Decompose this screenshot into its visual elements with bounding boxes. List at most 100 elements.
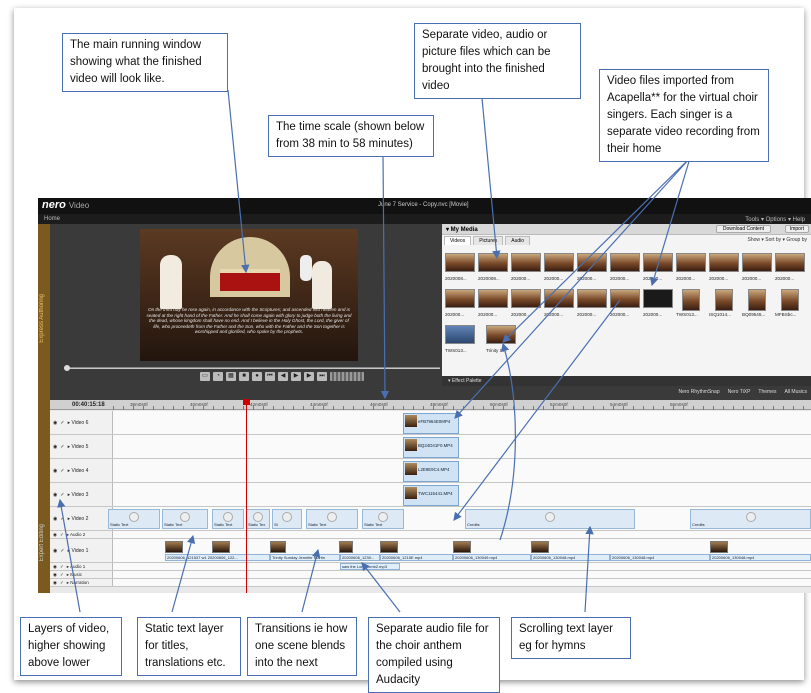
- static-text-clip[interactable]: Static Text: [306, 509, 358, 529]
- track-header[interactable]: ◉ ✓ ▸ Video 3: [50, 483, 113, 506]
- video-1-clip[interactable]: [380, 541, 398, 553]
- eye-icon[interactable]: ◉: [53, 572, 57, 578]
- credits-clip[interactable]: Credits: [690, 509, 811, 529]
- media-thumbnail[interactable]: [511, 289, 541, 308]
- media-thumbnail[interactable]: [610, 289, 640, 308]
- track-header[interactable]: ◉ ✓ ▸ Video 4: [50, 459, 113, 482]
- home-menu[interactable]: Home: [44, 216, 60, 222]
- track-header[interactable]: ◉ ✓ ▸ Audio 1: [50, 563, 113, 570]
- audio-clip[interactable]: 20200606_1215E.mp4: [380, 554, 453, 561]
- check-icon[interactable]: ✓: [60, 468, 64, 474]
- eye-icon[interactable]: ◉: [53, 564, 57, 570]
- media-thumbnail[interactable]: [742, 253, 772, 272]
- eye-icon[interactable]: ◉: [53, 580, 57, 586]
- credits-clip[interactable]: Credits: [465, 509, 635, 529]
- rewind-button[interactable]: ◀: [278, 372, 288, 381]
- track-header[interactable]: ◉ ✓ ▸ Video 5: [50, 435, 113, 458]
- video-1-clip[interactable]: [453, 541, 471, 553]
- download-content-button[interactable]: Download Content: [715, 225, 771, 233]
- check-icon[interactable]: ✓: [60, 548, 64, 554]
- monitor-icon[interactable]: ▭: [200, 372, 210, 381]
- audio-clip[interactable]: 20200606_130048.mp4: [710, 554, 811, 561]
- volume-slider[interactable]: [330, 372, 364, 381]
- check-icon[interactable]: ✓: [60, 564, 64, 570]
- media-thumbnail[interactable]: [715, 289, 733, 311]
- media-thumbnail[interactable]: [445, 289, 475, 308]
- check-icon[interactable]: ✓: [60, 444, 64, 450]
- media-thumbnail[interactable]: [643, 253, 673, 272]
- media-thumbnail[interactable]: [445, 253, 475, 272]
- static-text-clip[interactable]: Static Text: [162, 509, 208, 529]
- zoom-icon[interactable]: ◔: [213, 372, 223, 381]
- grid-icon[interactable]: ▦: [226, 372, 236, 381]
- audio-clip[interactable]: 20200606_130048.mp4: [610, 554, 710, 561]
- musics-button[interactable]: All Musics: [784, 389, 807, 395]
- eye-icon[interactable]: ◉: [53, 468, 57, 474]
- track-header[interactable]: ◉ ✓ ▸ Video 6: [50, 411, 113, 434]
- eye-icon[interactable]: ◉: [53, 420, 57, 426]
- track-lane[interactable]: [113, 579, 811, 586]
- play-button[interactable]: ▶: [291, 372, 301, 381]
- media-thumbnail[interactable]: [643, 289, 673, 308]
- stop-button[interactable]: ■: [239, 372, 249, 381]
- eye-icon[interactable]: ◉: [53, 516, 57, 522]
- static-text-clip[interactable]: Static Text: [108, 509, 160, 529]
- static-text-clip[interactable]: Static Tex: [246, 509, 270, 529]
- eye-icon[interactable]: ◉: [53, 532, 57, 538]
- static-text-clip[interactable]: St: [272, 509, 302, 529]
- express-authoring-tab[interactable]: Express Authoring: [39, 294, 45, 343]
- acapella-clip[interactable]: BQ24D41F0.MP4: [403, 437, 459, 458]
- check-icon[interactable]: ✓: [60, 580, 64, 586]
- media-thumbnail[interactable]: [445, 325, 475, 344]
- track-lane[interactable]: [113, 483, 811, 506]
- check-icon[interactable]: ✓: [60, 420, 64, 426]
- menu-right[interactable]: Tools ▾ Options ▾ Help: [745, 216, 805, 223]
- track-header[interactable]: ◉ ✓ ▸ Video 1: [50, 539, 113, 562]
- media-thumbnail[interactable]: [511, 253, 541, 272]
- media-thumbnail[interactable]: [577, 253, 607, 272]
- check-icon[interactable]: ✓: [60, 532, 64, 538]
- acapella-clip[interactable]: TWC115441.MP4: [403, 485, 459, 506]
- import-button[interactable]: Import: [784, 225, 809, 233]
- media-thumbnail[interactable]: [577, 289, 607, 308]
- next-button[interactable]: ⏭: [317, 372, 327, 381]
- video-1-clip[interactable]: [710, 541, 728, 553]
- media-thumbnail[interactable]: [682, 289, 700, 311]
- check-icon[interactable]: ✓: [60, 572, 64, 578]
- track-lane[interactable]: [113, 571, 811, 578]
- static-text-clip[interactable]: Static Text: [212, 509, 244, 529]
- audio-clip[interactable]: 20200606_130049.mp4: [453, 554, 531, 561]
- acapella-clip[interactable]: L2E9E9C4.MP4: [403, 461, 459, 482]
- audio-clip[interactable]: 20200606_1230...: [340, 554, 380, 561]
- track-lane[interactable]: [113, 411, 811, 434]
- audio-clip[interactable]: 20200606_121537 w1 20200606_122...: [165, 554, 270, 561]
- track-lane[interactable]: [113, 531, 811, 538]
- expert-editing-tab[interactable]: Expert Editing: [39, 524, 45, 561]
- forward-button[interactable]: ▶: [304, 372, 314, 381]
- track-lane[interactable]: [113, 563, 811, 570]
- eye-icon[interactable]: ◉: [53, 492, 57, 498]
- track-header[interactable]: ◉ ✓ ▸ Narration: [50, 579, 113, 586]
- audio-clip[interactable]: saw the Lord comb2.mp3: [340, 563, 400, 570]
- tab-pictures[interactable]: Pictures: [473, 236, 504, 245]
- tixp-button[interactable]: Nero TiXP: [728, 389, 751, 395]
- eye-icon[interactable]: ◉: [53, 444, 57, 450]
- media-thumbnail[interactable]: [544, 253, 574, 272]
- effect-palette[interactable]: ▾ Effect Palette: [442, 376, 811, 386]
- eye-icon[interactable]: ◉: [53, 548, 57, 554]
- record-button[interactable]: ●: [252, 372, 262, 381]
- audio-clip[interactable]: Trinity Sunday Jennifer Martin: [270, 554, 340, 561]
- video-1-clip[interactable]: [270, 541, 286, 553]
- track-lane[interactable]: [113, 435, 811, 458]
- preview-scrubber[interactable]: [64, 365, 440, 371]
- video-1-clip[interactable]: [531, 541, 549, 553]
- media-thumbnail[interactable]: [478, 253, 508, 272]
- media-thumbnail[interactable]: [478, 289, 508, 308]
- media-thumbnail[interactable]: [610, 253, 640, 272]
- media-thumbnail[interactable]: [544, 289, 574, 308]
- track-lane[interactable]: [113, 459, 811, 482]
- media-thumbnail[interactable]: [676, 253, 706, 272]
- static-text-clip[interactable]: Static Text: [362, 509, 404, 529]
- track-header[interactable]: ◉ ✓ ▸ Audio 2: [50, 531, 113, 538]
- media-thumbnail[interactable]: [709, 253, 739, 272]
